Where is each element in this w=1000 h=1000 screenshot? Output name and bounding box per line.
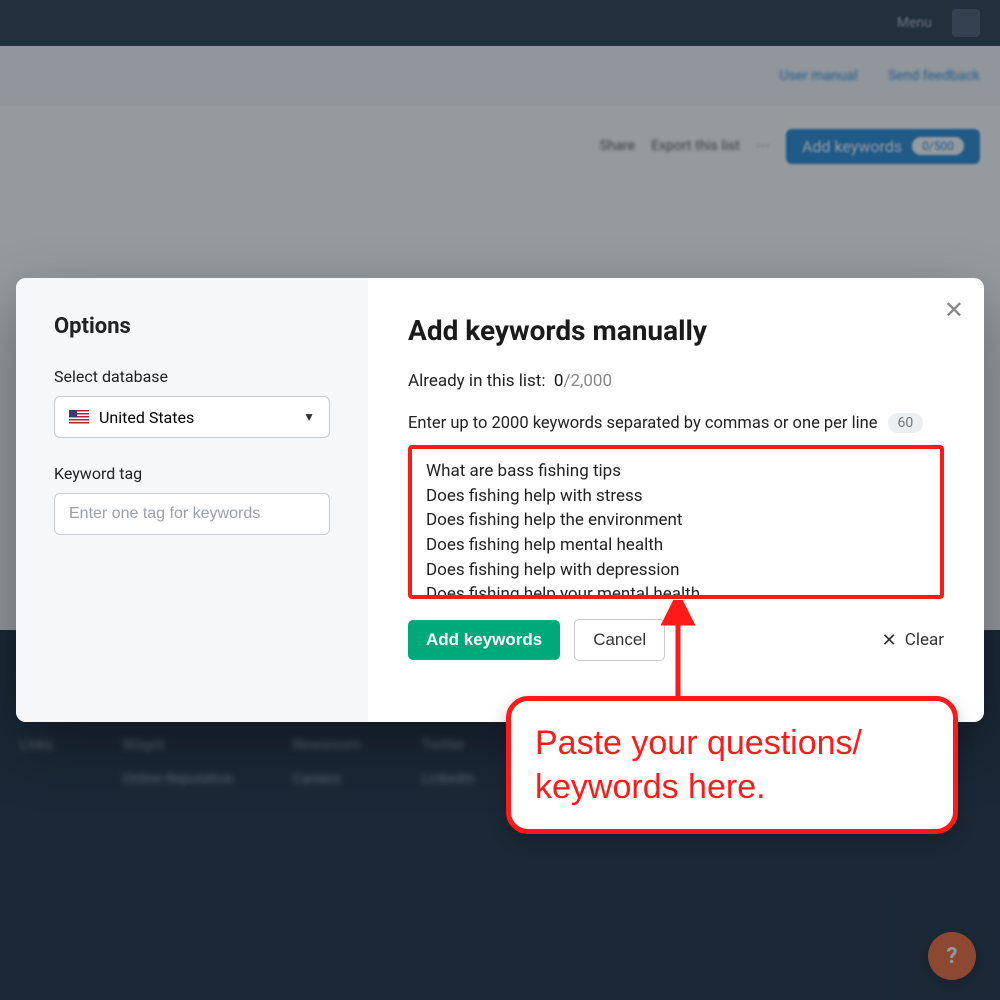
database-select[interactable]: United States ▼ — [54, 396, 330, 438]
clear-button[interactable]: ✕ Clear — [882, 630, 944, 651]
modal-main: ✕ Add keywords manually Already in this … — [368, 278, 984, 722]
chevron-down-icon: ▼ — [303, 410, 315, 424]
flag-us-icon — [69, 410, 89, 424]
modal-title: Add keywords manually — [408, 314, 944, 347]
clear-icon: ✕ — [882, 630, 897, 651]
add-keywords-button[interactable]: Add keywords — [408, 620, 560, 660]
modal-actions: Add keywords Cancel ✕ Clear — [408, 619, 944, 661]
close-icon: ✕ — [944, 297, 964, 324]
keyword-tag-input[interactable] — [54, 493, 330, 535]
db-label: Select database — [54, 367, 330, 386]
add-keywords-modal: Options Select database United States ▼ … — [16, 278, 984, 722]
modal-sidebar: Options Select database United States ▼ … — [16, 278, 368, 722]
database-value: United States — [99, 408, 194, 427]
options-title: Options — [54, 314, 330, 339]
tag-label: Keyword tag — [54, 464, 330, 483]
close-button[interactable]: ✕ — [944, 296, 964, 325]
enter-instruction: Enter up to 2000 keywords separated by c… — [408, 413, 944, 433]
keyword-count-pill: 60 — [888, 413, 924, 433]
annotation-callout: Paste your questions/ keywords here. — [506, 696, 958, 834]
cancel-button[interactable]: Cancel — [574, 619, 665, 661]
annotation-text: Paste your questions/ keywords here. — [535, 721, 929, 809]
already-max: 2,000 — [570, 371, 612, 391]
already-in-list: Already in this list: 0/2,000 — [408, 371, 944, 391]
keywords-textarea-highlight — [408, 445, 944, 599]
keywords-textarea[interactable] — [412, 449, 940, 595]
